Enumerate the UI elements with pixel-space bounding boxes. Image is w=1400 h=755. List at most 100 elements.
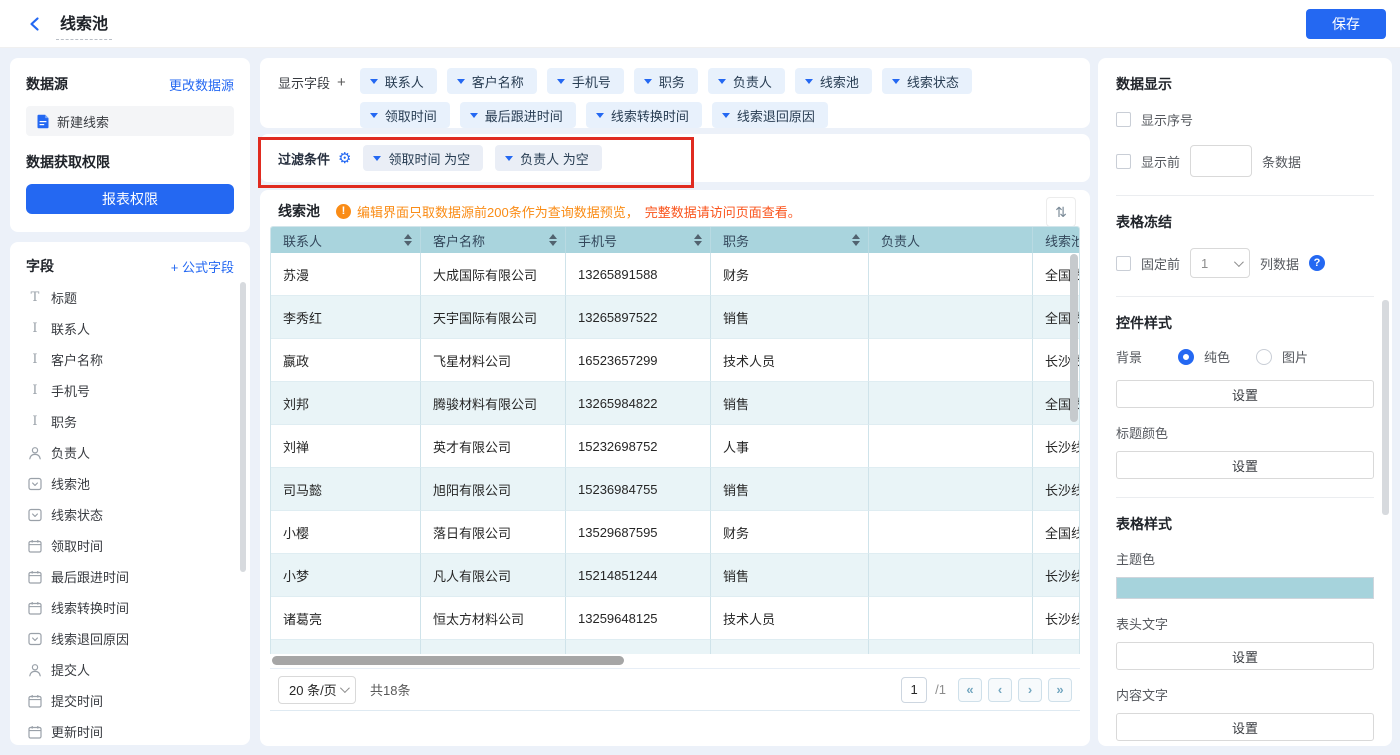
image-radio[interactable] xyxy=(1256,349,1272,365)
col-header-customer[interactable]: 客户名称 xyxy=(421,227,566,253)
page-title[interactable]: 线索池 xyxy=(56,8,112,40)
add-formula-field-link[interactable]: + 公式字段 xyxy=(171,257,234,276)
table-row: 刘禅英才有限公司15232698752人事长沙线索池 xyxy=(271,425,1080,468)
col-header-phone[interactable]: 手机号 xyxy=(566,227,711,253)
chevron-down-icon xyxy=(373,156,381,161)
chevron-down-icon xyxy=(718,79,726,84)
field-item-leadstatus[interactable]: 线索状态 xyxy=(26,499,234,530)
chevron-down-icon xyxy=(722,113,730,118)
field-item-lastfollow[interactable]: 最后跟进时间 xyxy=(26,561,234,592)
chip-customer[interactable]: 客户名称 xyxy=(447,68,537,94)
col-header-owner[interactable]: 负责人 xyxy=(869,227,1033,253)
theme-color-label: 主题色 xyxy=(1116,549,1374,568)
title-field-icon: T xyxy=(28,290,42,305)
title-color-set-button[interactable]: 设置 xyxy=(1116,451,1374,479)
field-item-job[interactable]: I职务 xyxy=(26,406,234,437)
sort-order-button[interactable]: ⇅ xyxy=(1046,197,1076,227)
chip-converttime[interactable]: 线索转换时间 xyxy=(586,102,702,128)
table-vertical-scrollbar[interactable] xyxy=(1070,254,1078,422)
field-item-leadpool[interactable]: 线索池 xyxy=(26,468,234,499)
theme-color-swatch[interactable] xyxy=(1116,577,1374,599)
filter-chip-owner-empty[interactable]: 负责人 为空 xyxy=(495,145,602,171)
show-first-checkbox[interactable] xyxy=(1116,154,1131,169)
fields-heading: 字段 xyxy=(26,256,54,276)
page-number-input[interactable]: 1 xyxy=(901,677,927,703)
help-icon[interactable]: ? xyxy=(1309,255,1325,271)
data-display-heading: 数据显示 xyxy=(1116,74,1374,94)
chevron-down-icon xyxy=(644,79,652,84)
content-text-label: 内容文字 xyxy=(1116,685,1374,704)
chip-lastfollow[interactable]: 最后跟进时间 xyxy=(460,102,576,128)
field-item-title[interactable]: T标题 xyxy=(26,282,234,313)
content-text-set-button[interactable]: 设置 xyxy=(1116,713,1374,741)
settings-scrollbar[interactable] xyxy=(1382,300,1389,515)
col-header-job[interactable]: 职务 xyxy=(711,227,869,253)
report-permission-button[interactable]: 报表权限 xyxy=(26,184,234,214)
chevron-down-icon xyxy=(557,79,565,84)
table-row-partial xyxy=(271,640,1080,654)
field-item-owner[interactable]: 负责人 xyxy=(26,437,234,468)
field-item-converttime[interactable]: 线索转换时间 xyxy=(26,592,234,623)
last-page-button[interactable]: » xyxy=(1048,678,1072,702)
freeze-checkbox[interactable] xyxy=(1116,256,1131,271)
field-item-phone[interactable]: I手机号 xyxy=(26,375,234,406)
field-item-updatetime[interactable]: 更新时间 xyxy=(26,716,234,745)
table-panel: 线索池 ! 编辑界面只取数据源前200条作为查询数据预览，完整数据请访问页面查看… xyxy=(260,190,1090,746)
table-style-heading: 表格样式 xyxy=(1116,514,1374,534)
filter-chip-claimtime-empty[interactable]: 领取时间 为空 xyxy=(363,145,483,171)
back-button[interactable] xyxy=(24,13,46,35)
chevron-down-icon xyxy=(596,113,604,118)
person-icon xyxy=(28,663,42,677)
chip-owner[interactable]: 负责人 xyxy=(708,68,785,94)
divider xyxy=(1116,296,1374,297)
show-index-checkbox[interactable] xyxy=(1116,112,1131,127)
chip-returnreason[interactable]: 线索退回原因 xyxy=(712,102,828,128)
chip-job[interactable]: 职务 xyxy=(634,68,698,94)
field-item-submitter[interactable]: 提交人 xyxy=(26,654,234,685)
freeze-count-select[interactable]: 1 xyxy=(1190,248,1250,278)
chevron-down-icon xyxy=(340,683,350,693)
datasource-heading: 数据源 xyxy=(26,74,68,94)
solid-color-radio[interactable] xyxy=(1178,349,1194,365)
chevron-down-icon xyxy=(805,79,813,84)
field-item-submittime[interactable]: 提交时间 xyxy=(26,685,234,716)
image-label: 图片 xyxy=(1282,347,1308,366)
add-display-field-button[interactable]: + xyxy=(337,74,346,91)
text-field-icon: I xyxy=(28,383,42,398)
table-horizontal-scrollbar[interactable] xyxy=(272,656,624,665)
chevron-down-icon xyxy=(370,113,378,118)
table-row: 诸葛亮恒太方材料公司13259648125技术人员长沙线索池 xyxy=(271,597,1080,640)
datasource-item[interactable]: 新建线索 xyxy=(26,106,234,136)
chip-phone[interactable]: 手机号 xyxy=(547,68,624,94)
fields-panel: 字段 + 公式字段 T标题 I联系人 I客户名称 I手机号 I职务 负责人 线索… xyxy=(10,242,250,745)
next-page-button[interactable]: › xyxy=(1018,678,1042,702)
row-limit-input[interactable] xyxy=(1190,145,1252,177)
first-page-button[interactable]: « xyxy=(958,678,982,702)
preview-warning: ! 编辑界面只取数据源前200条作为查询数据预览，完整数据请访问页面查看。 xyxy=(336,202,801,221)
save-button[interactable]: 保存 xyxy=(1306,9,1386,39)
chip-leadstatus[interactable]: 线索状态 xyxy=(882,68,972,94)
col-header-contact[interactable]: 联系人 xyxy=(271,227,421,253)
page-size-select[interactable]: 20 条/页 xyxy=(278,676,356,704)
bg-set-button[interactable]: 设置 xyxy=(1116,380,1374,408)
table-header-row: 联系人 客户名称 手机号 职务 负责人 线索池 xyxy=(271,227,1080,253)
field-item-contact[interactable]: I联系人 xyxy=(26,313,234,344)
field-item-claimtime[interactable]: 领取时间 xyxy=(26,530,234,561)
chevron-down-icon xyxy=(370,79,378,84)
warning-link[interactable]: 完整数据请访问页面查看。 xyxy=(645,202,801,221)
change-datasource-link[interactable]: 更改数据源 xyxy=(169,75,234,94)
gear-icon[interactable]: ⚙ xyxy=(338,151,351,166)
calendar-icon xyxy=(28,539,42,553)
chip-leadpool[interactable]: 线索池 xyxy=(795,68,872,94)
rows-suffix-label: 条数据 xyxy=(1262,152,1301,171)
field-item-returnreason[interactable]: 线索退回原因 xyxy=(26,623,234,654)
header-text-set-button[interactable]: 设置 xyxy=(1116,642,1374,670)
col-header-leadpool[interactable]: 线索池 xyxy=(1033,227,1080,253)
chip-claimtime[interactable]: 领取时间 xyxy=(360,102,450,128)
chip-contact[interactable]: 联系人 xyxy=(360,68,437,94)
fields-scrollbar[interactable] xyxy=(240,282,246,572)
prev-page-button[interactable]: ‹ xyxy=(988,678,1012,702)
text-field-icon: I xyxy=(28,352,42,367)
field-item-customer[interactable]: I客户名称 xyxy=(26,344,234,375)
display-field-chips: 联系人 客户名称 手机号 职务 负责人 线索池 线索状态 领取时间 最后跟进时间… xyxy=(360,68,1050,120)
